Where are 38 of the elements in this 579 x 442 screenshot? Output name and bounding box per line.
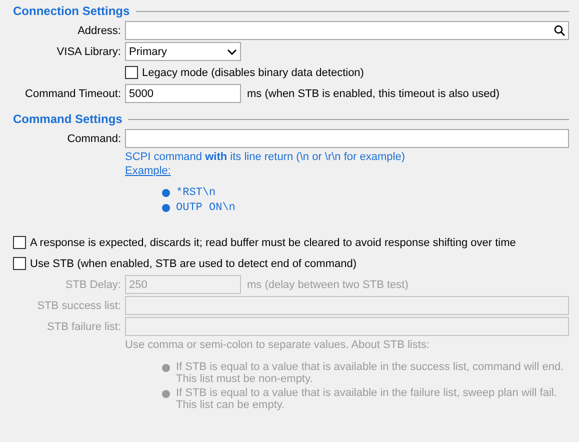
command-field[interactable] [125, 129, 569, 148]
checkbox-label: Legacy mode (disables binary data detection) [142, 66, 364, 78]
checkbox[interactable] [13, 257, 26, 270]
timeout-field[interactable]: 5000 [125, 84, 241, 103]
hint-text: SCPI command with its line return (\n or \r\n for example) [125, 151, 406, 163]
section-title: Connection Settings [13, 4, 130, 18]
bullet-icon [162, 390, 170, 398]
stb-note: Use comma or semi-colon to separate values. About STB lists: [125, 339, 430, 351]
bullet-icon [162, 364, 170, 372]
checkbox-label: A response is expected, discards it; read buffer must be cleared to avoid response shifting over time [30, 236, 516, 248]
field-label: VISA Library: [56, 46, 121, 58]
field-label: Command: [66, 132, 121, 144]
visa-library-dropdown[interactable]: Primary [125, 42, 241, 61]
checkbox-label: Use STB (when enabled, STB are used to detect end of command) [30, 258, 357, 270]
field-label: Address: [76, 24, 121, 36]
checkbox[interactable] [125, 66, 138, 79]
field-label: STB failure list: [46, 320, 121, 332]
rule-text: This list must be non-empty. [176, 373, 314, 385]
unit-note: ms (delay between two STB test) [247, 278, 408, 290]
address-field[interactable] [125, 21, 569, 40]
rule-text: If STB is equal to a value that is available in the success list, command will end. [176, 361, 564, 373]
bullet-icon [162, 189, 170, 197]
field-label: Command Timeout: [24, 88, 121, 100]
rule-text: If STB is equal to a value that is available in the failure list, sweep plan will fail. [176, 387, 557, 399]
chevron-down-icon [227, 48, 237, 54]
section-title: Command Settings [13, 112, 122, 126]
example-link[interactable]: Example: [125, 165, 171, 177]
stb-failure-list-field[interactable] [125, 317, 569, 336]
field-label: STB Delay: [64, 278, 121, 290]
example-code: OUTP ON\n [176, 202, 236, 214]
search-icon[interactable] [554, 25, 565, 36]
example-code: *RST\n [176, 187, 216, 199]
field-label: STB success list: [36, 300, 121, 312]
bullet-icon [162, 204, 170, 212]
unit-note: ms (when STB is enabled, this timeout is also used) [247, 88, 500, 100]
checkbox[interactable] [13, 236, 26, 249]
rule-text: This list can be empty. [176, 399, 286, 411]
stb-success-list-field[interactable] [125, 296, 569, 315]
